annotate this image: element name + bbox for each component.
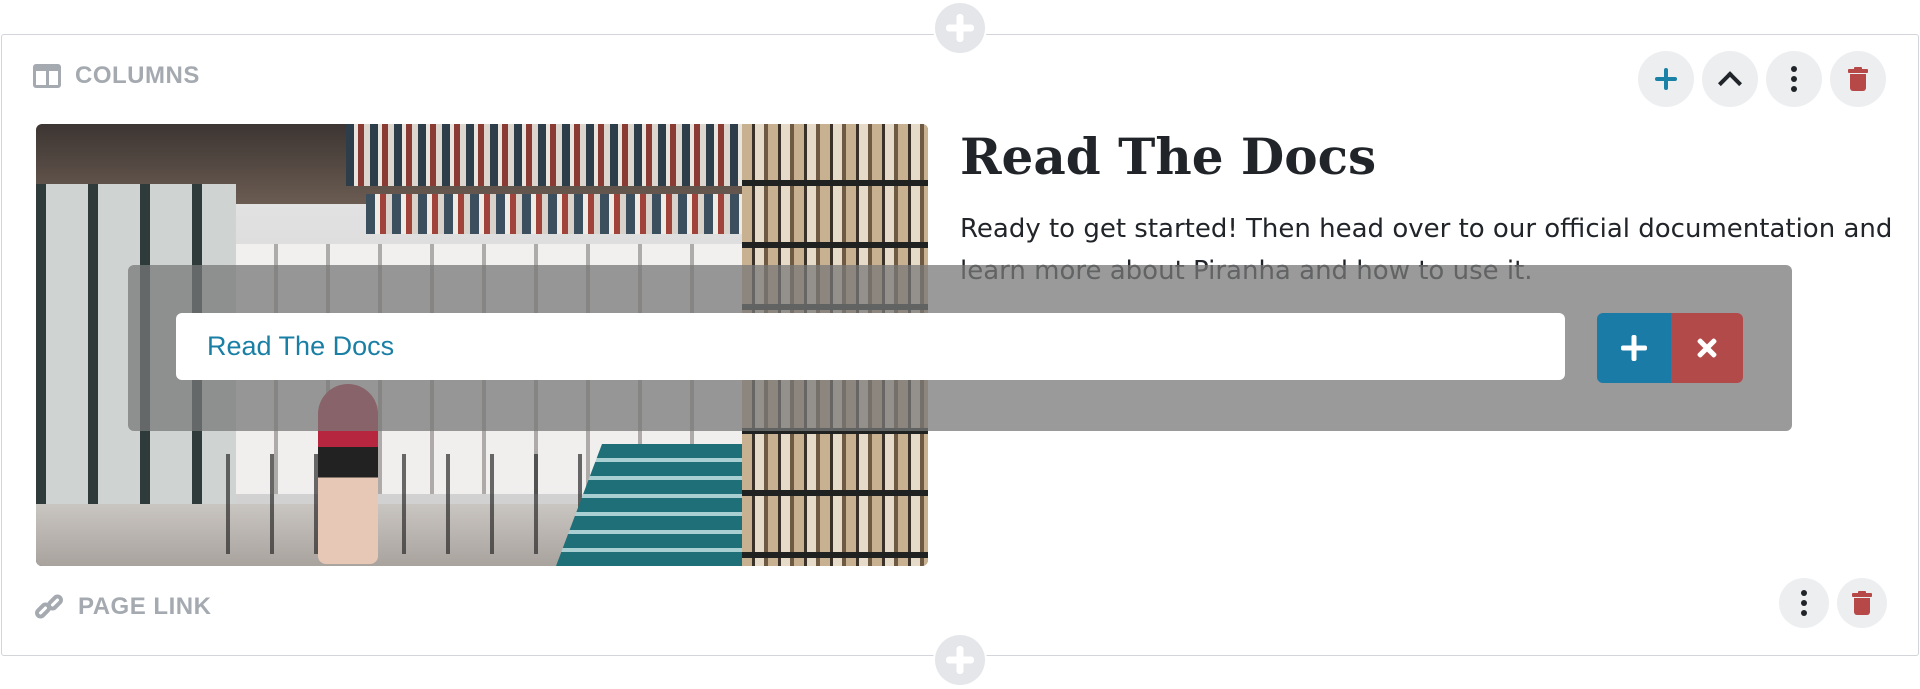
close-editor-button[interactable] [1671,313,1743,383]
page-link-header: PAGE LINK [32,592,212,622]
link-icon [32,592,66,622]
plus-icon [935,3,985,53]
columns-icon [33,64,61,88]
plus-icon [935,635,985,685]
content-heading[interactable]: Read The Docs [960,128,1900,186]
delete-block-button[interactable] [1830,51,1886,107]
block-header: COLUMNS [33,62,200,90]
page-link-title: PAGE LINK [78,593,212,620]
select-page-button[interactable] [1597,313,1671,383]
kebab-icon [1801,590,1807,616]
page-link-editor: Read The Docs [128,265,1792,431]
add-block-below-button[interactable] [933,633,987,687]
trash-icon [1848,67,1868,91]
page-link-toolbar [1779,578,1887,628]
add-block-button[interactable] [1638,51,1694,107]
more-options-button[interactable] [1766,51,1822,107]
move-up-button[interactable] [1702,51,1758,107]
kebab-icon [1791,66,1797,92]
block-toolbar [1638,51,1886,107]
page-link-more-button[interactable] [1779,578,1829,628]
trash-icon [1852,591,1872,615]
page-link-delete-button[interactable] [1837,578,1887,628]
page-link-input[interactable]: Read The Docs [176,313,1565,380]
block-title: COLUMNS [75,62,200,89]
add-block-above-button[interactable] [933,1,987,55]
